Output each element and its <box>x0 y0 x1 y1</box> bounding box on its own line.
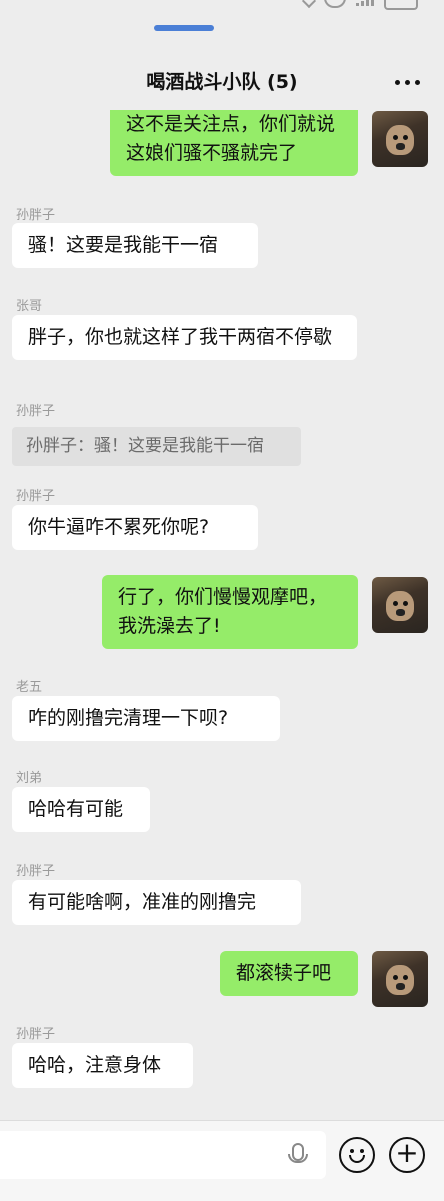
plus-icon[interactable]: + <box>389 1137 425 1173</box>
message-bubble-incoming[interactable]: 你牛逼咋不累死你呢? <box>12 505 258 550</box>
avatar[interactable] <box>372 577 428 633</box>
input-bar: + <box>0 1120 444 1201</box>
status-bar <box>0 0 444 22</box>
sender-name: 孙胖子 <box>16 404 56 419</box>
signal-icon <box>356 0 374 6</box>
message-bubble-incoming[interactable]: 胖子，你也就这样了我干两宿不停歇 <box>12 315 357 360</box>
message-bubble-outgoing[interactable]: 行了，你们慢慢观摩吧，我洗澡去了! <box>102 575 358 649</box>
message-bubble-incoming[interactable]: 哈哈，注意身体 <box>12 1043 193 1088</box>
message-bubble-outgoing[interactable]: 都滚犊子吧 <box>220 951 358 996</box>
sender-name: 孙胖子 <box>16 864 56 879</box>
message-input[interactable] <box>0 1131 326 1179</box>
avatar[interactable] <box>372 951 428 1007</box>
message-bubble-incoming[interactable]: 骚！这要是我能干一宿 <box>12 223 258 268</box>
message-list[interactable]: 这不是关注点，你们就说这娘们骚不骚就完了 孙胖子 骚！这要是我能干一宿 张哥 胖… <box>0 110 444 1115</box>
quoted-message[interactable]: 孙胖子：骚！这要是我能干一宿 <box>12 427 301 466</box>
top-pill-indicator <box>154 25 214 31</box>
chat-title: 喝酒战斗小队 (5) <box>146 71 298 93</box>
chat-header: 喝酒战斗小队 (5) <box>0 50 444 110</box>
sender-name: 刘弟 <box>16 771 43 786</box>
sender-name: 老五 <box>16 680 43 695</box>
message-bubble-incoming[interactable]: 咋的刚撸完清理一下呗? <box>12 696 280 741</box>
sender-name: 孙胖子 <box>16 208 56 223</box>
message-bubble-incoming[interactable]: 哈哈有可能 <box>12 787 150 832</box>
emoji-icon[interactable] <box>339 1137 375 1173</box>
battery-icon <box>384 0 418 10</box>
message-bubble-outgoing[interactable]: 这不是关注点，你们就说这娘们骚不骚就完了 <box>110 110 358 176</box>
avatar[interactable] <box>372 111 428 167</box>
sender-name: 孙胖子 <box>16 489 56 504</box>
message-bubble-incoming[interactable]: 有可能啥啊，准准的刚撸完 <box>12 880 301 925</box>
status-icons <box>301 0 418 10</box>
more-dots-icon[interactable] <box>395 80 420 85</box>
sender-name: 孙胖子 <box>16 1027 56 1042</box>
sender-name: 张哥 <box>16 299 43 314</box>
wifi-icon <box>324 0 346 8</box>
bluetooth-icon <box>301 0 317 9</box>
